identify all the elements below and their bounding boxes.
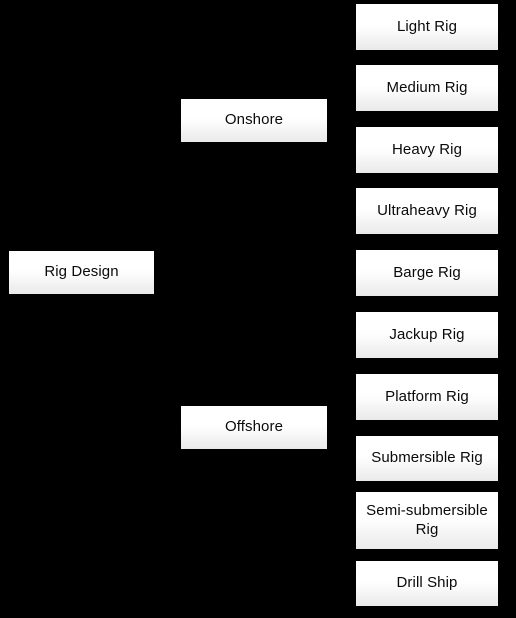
node-label: Submersible Rig	[371, 449, 483, 467]
node-ultraheavy-rig[interactable]: Ultraheavy Rig	[356, 188, 498, 234]
node-offshore[interactable]: Offshore	[181, 406, 327, 449]
node-label: Heavy Rig	[391, 140, 463, 158]
node-light-rig[interactable]: Light Rig	[356, 4, 498, 50]
node-label: Rig Design	[44, 263, 119, 281]
node-label: Medium Rig	[386, 78, 468, 96]
node-heavy-rig[interactable]: Heavy Rig	[356, 127, 498, 173]
node-label: Platform Rig	[385, 387, 469, 405]
node-label: Barge Rig	[393, 263, 461, 281]
node-drill-ship[interactable]: Drill Ship	[356, 561, 498, 606]
node-rig-design[interactable]: Rig Design	[9, 251, 154, 294]
node-jackup-rig[interactable]: Jackup Rig	[356, 312, 498, 358]
node-label: Ultraheavy Rig	[377, 201, 477, 219]
node-label: Light Rig	[396, 17, 458, 35]
node-onshore[interactable]: Onshore	[181, 99, 327, 142]
node-submersible-rig[interactable]: Submersible Rig	[356, 436, 498, 481]
node-label: Semi-submersible Rig	[366, 502, 488, 538]
rig-design-diagram: Rig Design Onshore Offshore Light Rig Me…	[0, 0, 516, 618]
node-label: Jackup Rig	[389, 325, 465, 343]
node-label: Onshore	[224, 111, 284, 129]
node-medium-rig[interactable]: Medium Rig	[356, 65, 498, 111]
node-semi-submersible-rig[interactable]: Semi-submersible Rig	[356, 492, 498, 549]
node-platform-rig[interactable]: Platform Rig	[356, 374, 498, 420]
node-label: Offshore	[224, 418, 284, 436]
node-label: Drill Ship	[396, 574, 458, 592]
node-barge-rig[interactable]: Barge Rig	[356, 250, 498, 296]
